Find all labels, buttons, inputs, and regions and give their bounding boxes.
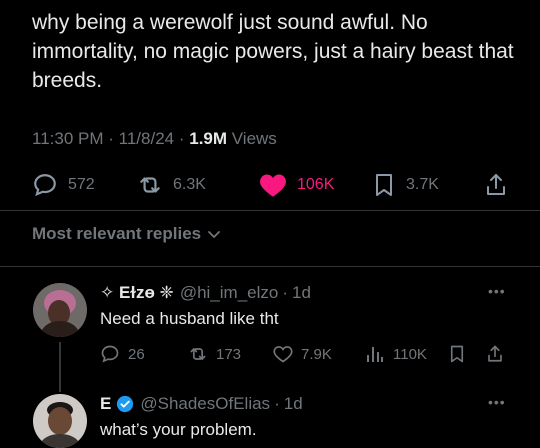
- verified-badge-icon: [117, 395, 134, 413]
- repost-count: 6.3K: [173, 176, 206, 193]
- views-count: 1.9M: [189, 129, 228, 148]
- reply-age[interactable]: 1d: [284, 394, 303, 414]
- meta-separator: ·: [282, 283, 289, 302]
- share-icon: [487, 174, 505, 195]
- thread-line: [59, 342, 61, 392]
- views-button[interactable]: 110K: [365, 342, 427, 366]
- reply-age[interactable]: 1d: [292, 283, 311, 303]
- tweet-date[interactable]: 11/8/24: [119, 129, 174, 148]
- reply-action-bar: 26 173 7.9K 110K: [100, 342, 510, 366]
- share-icon: [488, 345, 502, 362]
- reply-button[interactable]: 26: [100, 342, 145, 366]
- reply-author-handle[interactable]: @hi_im_elzo: [180, 283, 279, 303]
- share-button[interactable]: [484, 170, 508, 200]
- reply-count: 26: [128, 345, 145, 363]
- reply-text: Need a husband like tht: [100, 309, 279, 328]
- reply-author-name[interactable]: E: [100, 394, 111, 414]
- more-icon[interactable]: •••: [488, 283, 506, 299]
- like-count: 7.9K: [301, 345, 332, 363]
- views-count: 110K: [393, 345, 427, 363]
- tweet-text: why being a werewolf just sound awful. N…: [32, 11, 514, 92]
- replies-sort-label: Most relevant replies: [32, 224, 202, 243]
- tweet-action-bar: 572 6.3K 106K 3.7K: [32, 170, 512, 200]
- like-button[interactable]: 106K: [259, 170, 334, 200]
- reply-icon: [101, 345, 119, 363]
- bookmark-button[interactable]: [448, 342, 466, 366]
- bookmark-button[interactable]: 3.7K: [372, 170, 439, 200]
- repost-icon: [190, 348, 206, 360]
- bookmark-icon: [450, 345, 464, 363]
- reply-icon: [34, 174, 56, 197]
- share-button[interactable]: [486, 342, 504, 366]
- bookmark-count: 3.7K: [406, 176, 439, 193]
- repost-button[interactable]: 173: [188, 342, 241, 366]
- repost-count: 173: [216, 345, 242, 363]
- meta-separator: ·: [178, 129, 190, 148]
- repost-button[interactable]: 6.3K: [137, 170, 206, 200]
- reply-text: what’s your problem.: [100, 420, 257, 439]
- tweet-meta: 11:30 PM · 11/8/24 · 1.9M Views: [32, 129, 277, 149]
- repost-icon: [140, 177, 160, 193]
- tweet-time[interactable]: 11:30 PM: [32, 129, 104, 148]
- reply-author-name[interactable]: ✧ Eɫzɵ ❈: [100, 283, 174, 303]
- reply-header: ✧ Eɫzɵ ❈ @hi_im_elzo · 1d: [100, 283, 311, 303]
- views-icon: [367, 347, 383, 362]
- views-label: Views: [231, 129, 277, 148]
- bookmark-icon: [376, 174, 392, 196]
- reply-header: E @ShadesOfElias · 1d: [100, 394, 303, 414]
- like-count: 106K: [297, 176, 335, 193]
- divider: [0, 266, 540, 267]
- reply-count: 572: [68, 176, 95, 193]
- replies-sort-dropdown[interactable]: Most relevant replies: [32, 224, 221, 244]
- divider: [0, 210, 540, 211]
- more-icon[interactable]: •••: [488, 394, 506, 410]
- reply-author-handle[interactable]: @ShadesOfElias: [140, 394, 270, 414]
- meta-separator: ·: [108, 129, 119, 148]
- heart-icon: [260, 174, 286, 197]
- heart-icon: [273, 346, 293, 363]
- like-button[interactable]: 7.9K: [273, 342, 332, 366]
- chevron-down-icon: [208, 231, 221, 238]
- avatar[interactable]: [33, 394, 87, 448]
- meta-separator: ·: [274, 394, 280, 413]
- reply-button[interactable]: 572: [32, 170, 95, 200]
- avatar[interactable]: [33, 283, 87, 337]
